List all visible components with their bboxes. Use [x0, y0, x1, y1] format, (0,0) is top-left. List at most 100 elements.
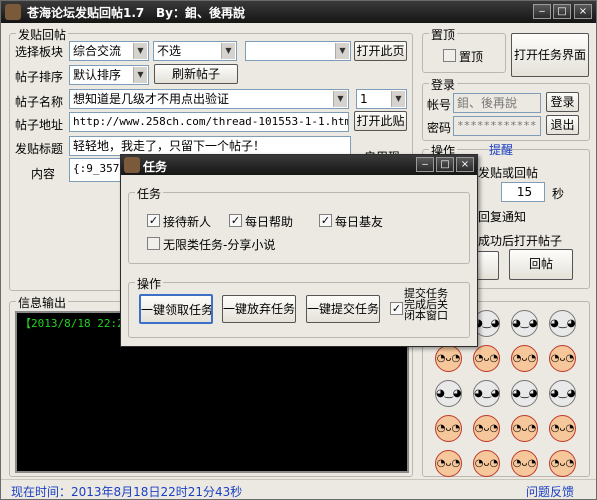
open-task-button[interactable]: 打开任务界面 [511, 33, 589, 77]
third-select[interactable]: ▼ [245, 41, 351, 61]
emoticon-onion-8-icon[interactable]: ◔ᴗ◔ [549, 415, 576, 442]
post-title-input[interactable]: 轻轻地，我走了，只留下一个帖子！ [69, 136, 351, 156]
task-dialog: 任务 ‒ □ × 任务 ✓ 接待新人 ✓ 每日帮助 ✓ 每日基友 无限类任务-分… [120, 154, 478, 347]
refresh-posts-button[interactable]: 刷新帖子 [154, 64, 238, 84]
emoticon-panda-8-icon[interactable]: ◕‿◕ [549, 380, 576, 407]
sort-select-value: 默认排序 [73, 68, 122, 82]
log-line: 【2013/8/18 22:21 [20, 317, 131, 330]
chevron-down-icon: ▼ [335, 43, 349, 59]
content-label: 内容 [31, 167, 56, 181]
unlimited-task-checkbox[interactable] [147, 237, 160, 250]
chevron-down-icon: ▼ [391, 91, 405, 107]
pin-checkbox[interactable] [443, 49, 456, 62]
password-input[interactable]: ************ [453, 116, 541, 136]
emoticon-panda-3-icon[interactable]: ◕‿◕ [511, 310, 538, 337]
daily-help-checkbox[interactable]: ✓ [229, 214, 242, 227]
minimize-icon[interactable]: ‒ [533, 4, 551, 19]
post-url-label: 帖子地址 [15, 118, 64, 132]
task-op-group-legend: 操作 [135, 275, 164, 292]
login-group-legend: 登录 [429, 76, 458, 93]
close-after-submit-line3: 闭本窗口 [404, 309, 448, 322]
window-title: 苍海论坛发贴回帖1.7 [27, 6, 145, 20]
interval-seconds-input[interactable]: 15 [501, 182, 545, 202]
reply-button[interactable]: 回帖 [509, 249, 573, 280]
minimize-icon[interactable]: ‒ [416, 157, 434, 172]
sort-select[interactable]: 默认排序 ▼ [69, 65, 149, 85]
board-select-value: 综合交流 [73, 44, 122, 58]
submit-all-tasks-button[interactable]: 一键提交任务 [306, 295, 380, 323]
open-after-label: 成功后打开帖子 [478, 234, 563, 248]
emoticon-onion-4-icon[interactable]: ◔ᴗ◔ [549, 345, 576, 372]
sort-label: 帖子排序 [15, 70, 64, 84]
task-dialog-title-bar[interactable]: 任务 ‒ □ × [121, 155, 477, 175]
login-button[interactable]: 登录 [546, 92, 579, 112]
chevron-down-icon: ▼ [133, 43, 147, 59]
emoticon-panda-6-icon[interactable]: ◕‿◕ [473, 380, 500, 407]
sub-board-select[interactable]: 不选 ▼ [153, 41, 237, 61]
receive-new-checkbox[interactable]: ✓ [147, 214, 160, 227]
status-bar: 现在时间：2013年8月18日22时21分43秒 问题反馈 [1, 479, 596, 499]
main-window: 苍海论坛发贴回帖1.7 By：鉬、後再說 ‒ □ × 发贴回帖 选择板块 综合交… [0, 0, 597, 500]
page-number-value: 1 [360, 92, 368, 106]
app-icon [5, 4, 21, 20]
page-number-select[interactable]: 1 ▼ [356, 89, 407, 109]
account-input[interactable]: 鉬、後再說 [453, 93, 541, 113]
sub-board-select-value: 不选 [157, 44, 182, 58]
task-group-legend: 任务 [135, 185, 164, 202]
daily-help-label: 每日帮助 [245, 215, 294, 229]
daily-friend-checkbox[interactable]: ✓ [319, 214, 332, 227]
seconds-label: 秒 [552, 187, 565, 201]
password-label: 密码 [427, 121, 452, 135]
close-after-submit-checkbox[interactable]: ✓ [390, 302, 403, 315]
emoticon-onion-12-icon[interactable]: ◔ᴗ◔ [549, 450, 576, 477]
account-label: 帐号 [427, 98, 452, 112]
unlimited-task-label: 无限类任务-分享小说 [163, 238, 276, 252]
current-time-text: 现在时间：2013年8月18日22时21分43秒 [11, 485, 243, 499]
logout-button[interactable]: 退出 [546, 115, 579, 135]
feedback-link[interactable]: 问题反馈 [526, 483, 574, 500]
emoticon-onion-9-icon[interactable]: ◔ᴗ◔ [435, 450, 462, 477]
emoticon-panda-4-icon[interactable]: ◕‿◕ [549, 310, 576, 337]
emoticon-panda-7-icon[interactable]: ◕‿◕ [511, 380, 538, 407]
emoticon-onion-3-icon[interactable]: ◔ᴗ◔ [511, 345, 538, 372]
emoticon-onion-7-icon[interactable]: ◔ᴗ◔ [511, 415, 538, 442]
pin-checkbox-label: 置顶 [459, 50, 484, 64]
receive-new-label: 接待新人 [163, 215, 212, 229]
post-url-input[interactable]: http://www.258ch.com/thread-101553-1-1.h… [69, 112, 349, 132]
board-label: 选择板块 [15, 45, 64, 59]
open-page-button[interactable]: 打开此页 [354, 41, 407, 61]
claim-all-tasks-button[interactable]: 一键领取任务 [139, 294, 213, 324]
emoticon-onion-10-icon[interactable]: ◔ᴗ◔ [473, 450, 500, 477]
open-post-button[interactable]: 打开此贴 [354, 111, 407, 131]
post-group-legend: 发贴回帖 [16, 26, 69, 43]
pin-group-legend: 置顶 [429, 26, 458, 43]
close-icon[interactable]: × [574, 4, 592, 19]
chevron-down-icon: ▼ [221, 43, 235, 59]
daily-friend-label: 每日基友 [335, 215, 384, 229]
board-select[interactable]: 综合交流 ▼ [69, 41, 149, 61]
emoticon-panda-5-icon[interactable]: ◕‿◕ [435, 380, 462, 407]
close-icon[interactable]: × [456, 157, 474, 172]
maximize-icon[interactable]: □ [553, 4, 571, 19]
remind-link[interactable]: 提醒 [489, 141, 513, 158]
maximize-icon[interactable]: □ [436, 157, 454, 172]
abandon-all-tasks-button[interactable]: 一键放弃任务 [222, 295, 296, 323]
chevron-down-icon: ▼ [333, 91, 347, 107]
emoticon-onion-2-icon[interactable]: ◔ᴗ◔ [473, 345, 500, 372]
emoticon-onion-5-icon[interactable]: ◔ᴗ◔ [435, 415, 462, 442]
title-bar[interactable]: 苍海论坛发贴回帖1.7 By：鉬、後再說 ‒ □ × [1, 1, 596, 23]
chevron-down-icon: ▼ [133, 67, 147, 83]
task-dialog-icon [124, 157, 140, 173]
post-or-reply-label: 发贴或回帖 [478, 166, 539, 180]
emoticon-onion-1-icon[interactable]: ◔ᴗ◔ [435, 345, 462, 372]
window-author: By：鉬、後再說 [156, 6, 245, 20]
post-name-label: 帖子名称 [15, 95, 64, 109]
post-title-label: 发贴标题 [15, 142, 64, 156]
info-group-legend: 信息输出 [16, 294, 69, 311]
emoticon-onion-11-icon[interactable]: ◔ᴗ◔ [511, 450, 538, 477]
post-name-value: 想知道是几级才不用点出验证 [73, 92, 230, 106]
reply-notice-label: 回复通知 [478, 210, 527, 224]
post-name-select[interactable]: 想知道是几级才不用点出验证 ▼ [69, 89, 349, 109]
emoticon-onion-6-icon[interactable]: ◔ᴗ◔ [473, 415, 500, 442]
task-dialog-title: 任务 [143, 160, 168, 174]
